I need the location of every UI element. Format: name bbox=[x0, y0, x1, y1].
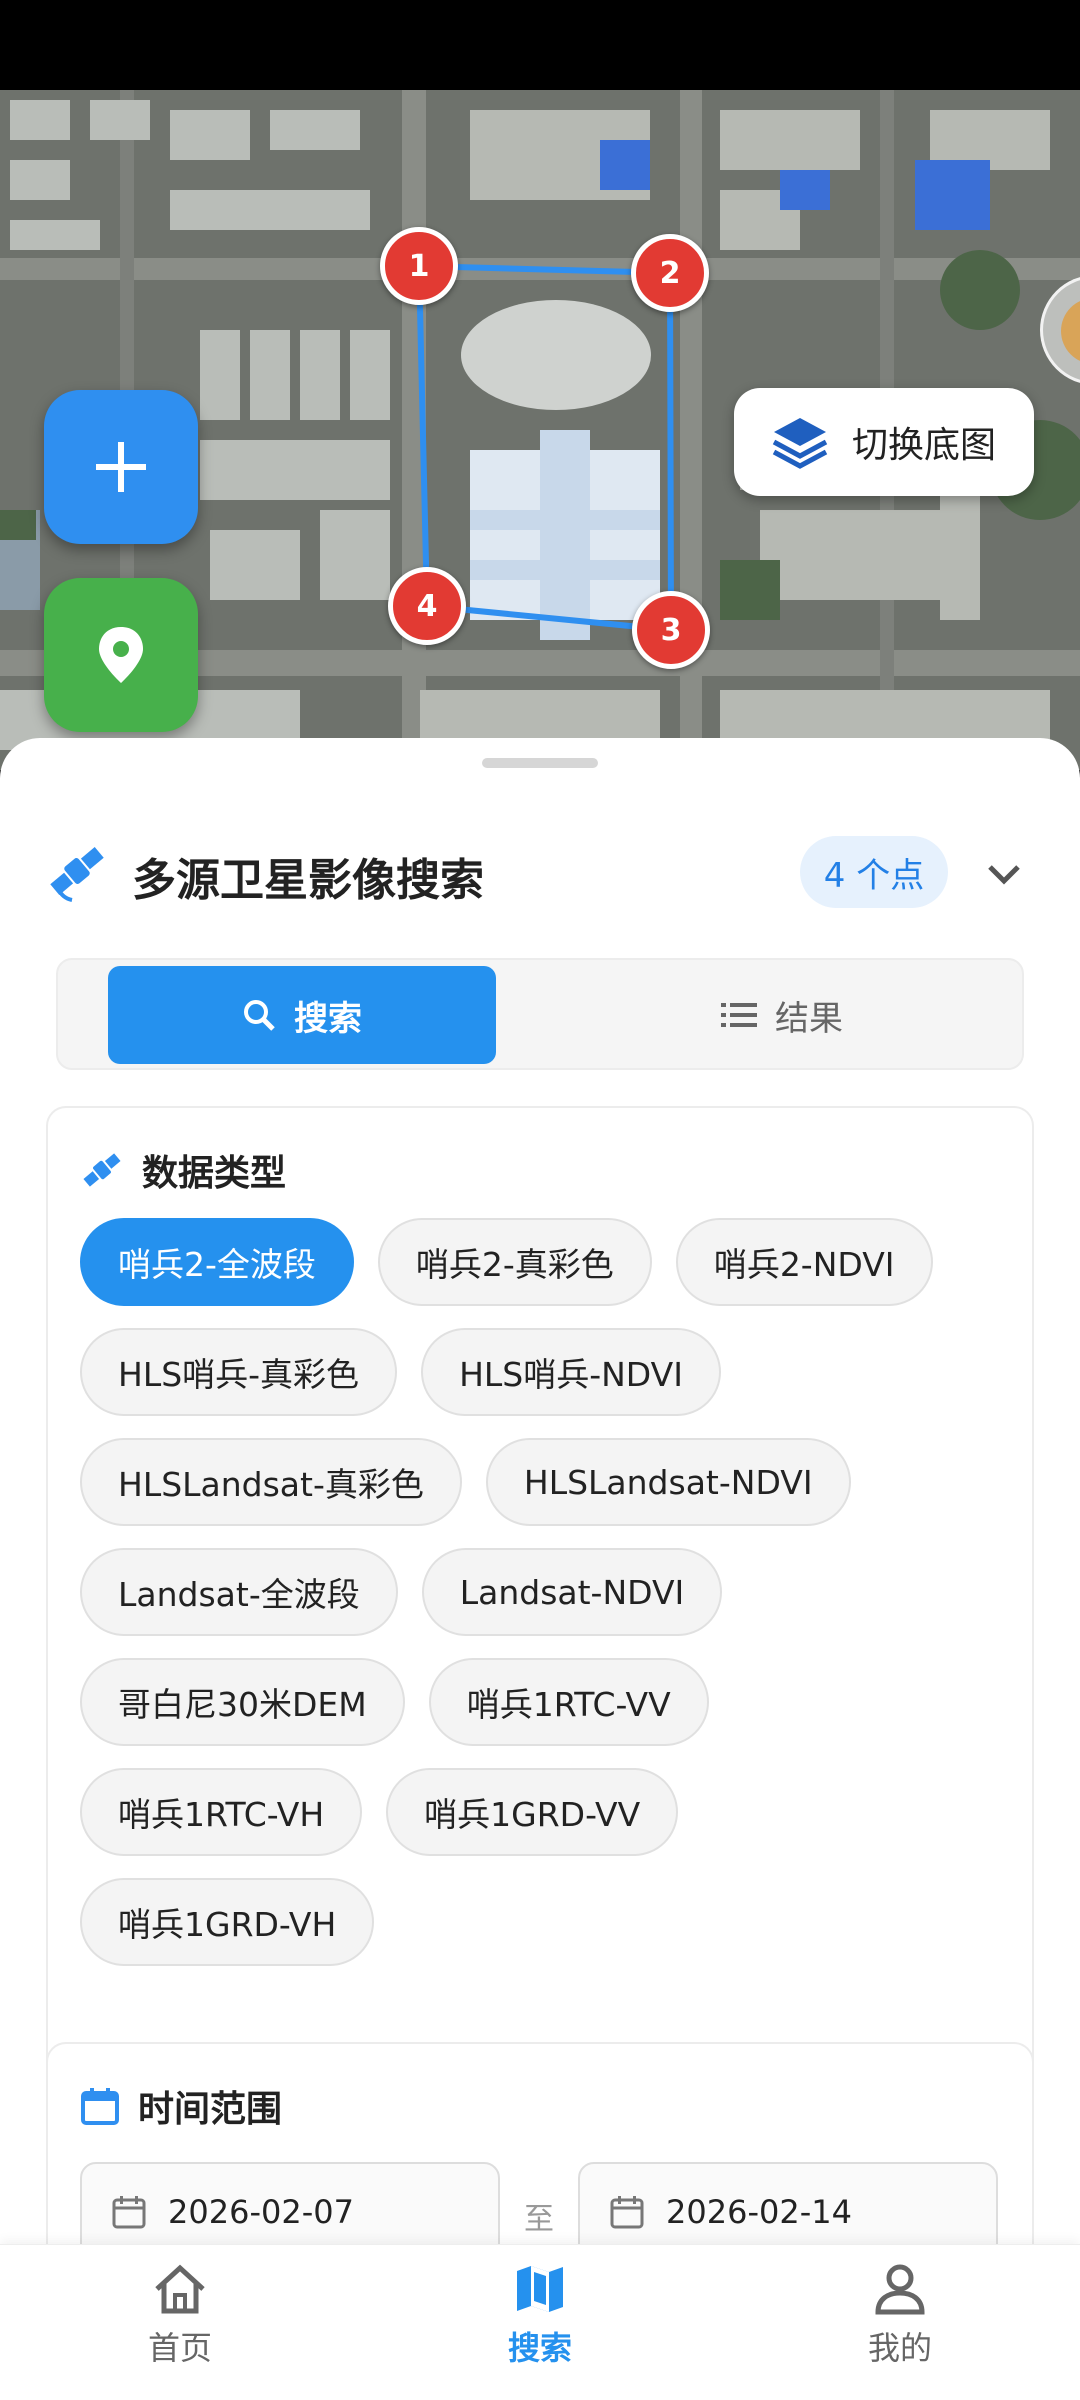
switch-basemap-label: 切换底图 bbox=[852, 425, 997, 466]
tab-search-label: 搜索 bbox=[294, 998, 362, 1039]
chip-row: 哨兵1RTC-VH 哨兵1GRD-VV bbox=[80, 1768, 1010, 1856]
data-type-chip[interactable]: 哥白尼30米DEM bbox=[80, 1658, 405, 1746]
data-type-chip[interactable]: HLS哨兵-真彩色 bbox=[80, 1328, 398, 1416]
data-type-chip[interactable]: 哨兵2-真彩色 bbox=[377, 1218, 652, 1306]
data-type-chip[interactable]: Landsat-全波段 bbox=[80, 1548, 398, 1636]
data-type-chip[interactable]: 哨兵1GRD-VV bbox=[386, 1768, 679, 1856]
polygon-vertex-1[interactable]: 1 bbox=[380, 227, 458, 305]
nav-search[interactable]: 搜索 bbox=[440, 2263, 640, 2369]
list-icon bbox=[721, 1003, 757, 1027]
map-pin-icon bbox=[99, 627, 143, 683]
polygon-vertex-2[interactable]: 2 bbox=[631, 234, 709, 312]
nav-home-label: 首页 bbox=[147, 2329, 212, 2367]
data-type-card: 数据类型 哨兵2-全波段 哨兵2-真彩色 哨兵2-NDVI HLS哨兵-真彩色 HLS哨… bbox=[46, 1106, 1034, 2106]
search-icon bbox=[244, 1000, 275, 1031]
data-type-chip[interactable]: 哨兵1RTC-VH bbox=[80, 1768, 363, 1856]
data-type-chip[interactable]: HLSLandsat-NDVI bbox=[485, 1438, 851, 1526]
tab-results[interactable]: 结果 bbox=[588, 966, 976, 1064]
bottom-navigation: 首页 搜索 我的 bbox=[0, 2244, 1080, 2400]
user-icon bbox=[875, 2264, 925, 2315]
map-icon bbox=[517, 2266, 563, 2312]
calendar-icon bbox=[81, 2088, 119, 2125]
point-count-badge: 4 个点 bbox=[800, 836, 948, 908]
status-bar bbox=[0, 0, 1080, 90]
satellite-icon bbox=[50, 846, 104, 902]
chip-row: Landsat-全波段 Landsat-NDVI bbox=[80, 1548, 1010, 1636]
tab-search[interactable]: 搜索 bbox=[108, 966, 496, 1064]
chip-row: 哨兵2-全波段 哨兵2-真彩色 哨兵2-NDVI bbox=[80, 1218, 1010, 1306]
panel-header: 多源卫星影像搜索 4 个点 bbox=[0, 832, 1080, 916]
switch-basemap-button[interactable]: 切换底图 bbox=[734, 388, 1034, 496]
nav-search-label: 搜索 bbox=[507, 2329, 572, 2367]
panel-title: 多源卫星影像搜索 bbox=[132, 855, 484, 906]
nav-home[interactable]: 首页 bbox=[80, 2263, 280, 2369]
calendar-icon bbox=[610, 2196, 644, 2229]
polygon-vertex-4[interactable]: 4 bbox=[388, 567, 466, 645]
data-type-chips: 哨兵2-全波段 哨兵2-真彩色 哨兵2-NDVI HLS哨兵-真彩色 HLS哨兵-NDV… bbox=[80, 1218, 1010, 1988]
tab-results-label: 结果 bbox=[775, 998, 843, 1039]
chip-row: HLS哨兵-真彩色 HLS哨兵-NDVI bbox=[80, 1328, 1010, 1416]
data-type-chip[interactable]: 哨兵2-全波段 bbox=[80, 1218, 354, 1306]
locate-button[interactable] bbox=[44, 578, 198, 732]
search-panel: 多源卫星影像搜索 4 个点 搜索 结果 数据类型 哨兵2-全波段 哨兵2-真彩色… bbox=[0, 738, 1080, 2400]
data-type-heading: 数据类型 bbox=[80, 1144, 286, 1196]
plus-icon bbox=[96, 442, 146, 492]
start-date-value: 2026-02-07 bbox=[168, 2193, 354, 2231]
data-type-chip[interactable]: 哨兵1RTC-VV bbox=[428, 1658, 709, 1746]
satellite-map[interactable]: 切换底图 1 2 3 4 bbox=[0, 90, 1080, 770]
layers-icon bbox=[772, 418, 828, 469]
tab-switcher: 搜索 结果 bbox=[56, 958, 1024, 1070]
time-range-heading: 时间范围 bbox=[80, 2080, 282, 2132]
chip-row: 哨兵1GRD-VH bbox=[80, 1878, 1010, 1966]
time-range-title: 时间范围 bbox=[138, 2089, 283, 2130]
data-type-chip[interactable]: HLSLandsat-真彩色 bbox=[80, 1438, 462, 1526]
drag-handle[interactable] bbox=[482, 758, 598, 768]
nav-mine-label: 我的 bbox=[867, 2329, 932, 2367]
data-type-chip[interactable]: 哨兵2-NDVI bbox=[675, 1218, 933, 1306]
satellite-icon bbox=[83, 1153, 121, 1187]
polygon-vertex-3[interactable]: 3 bbox=[632, 591, 710, 669]
add-point-button[interactable] bbox=[44, 390, 198, 544]
data-type-chip[interactable]: 哨兵1GRD-VH bbox=[80, 1878, 375, 1966]
chip-row: HLSLandsat-真彩色 HLSLandsat-NDVI bbox=[80, 1438, 1010, 1526]
end-date-value: 2026-02-14 bbox=[666, 2193, 852, 2231]
data-type-chip[interactable]: Landsat-NDVI bbox=[421, 1548, 723, 1636]
data-type-title: 数据类型 bbox=[142, 1153, 287, 1194]
date-separator: 至 bbox=[524, 2202, 554, 2237]
nav-mine[interactable]: 我的 bbox=[800, 2263, 1000, 2369]
data-type-chip[interactable]: HLS哨兵-NDVI bbox=[421, 1328, 721, 1416]
chip-row: 哥白尼30米DEM 哨兵1RTC-VV bbox=[80, 1658, 1010, 1746]
calendar-icon bbox=[112, 2196, 146, 2229]
chevron-down-icon[interactable] bbox=[980, 850, 1028, 898]
home-icon bbox=[155, 2264, 205, 2314]
